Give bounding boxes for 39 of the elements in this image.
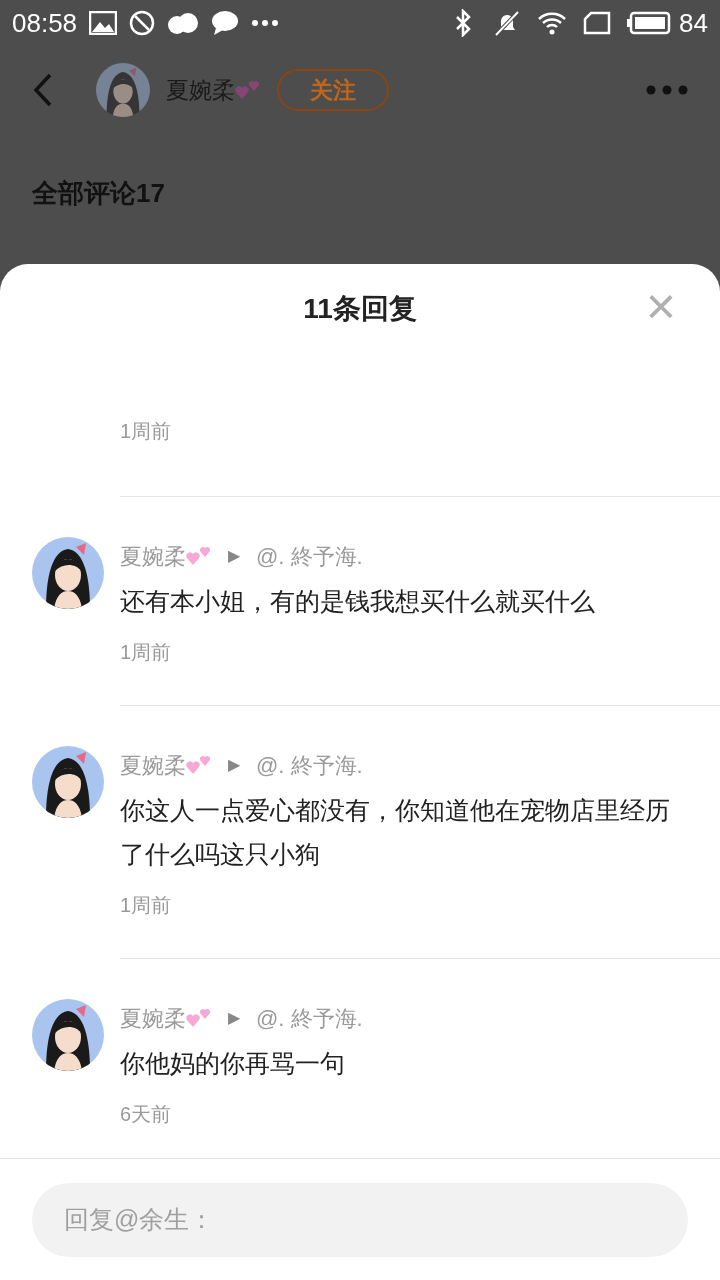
hearts-icon — [186, 754, 212, 776]
avatar — [96, 63, 150, 117]
reply-target: @. 終予海. — [256, 751, 363, 780]
battery-icon — [627, 11, 672, 35]
bell-muted-icon — [493, 9, 522, 37]
reply-author: 夏婉柔 — [120, 1004, 186, 1033]
status-time: 08:58 — [12, 6, 78, 40]
sheet-title: 11条回复 — [303, 292, 417, 326]
close-button[interactable]: × — [645, 280, 676, 332]
reply-time: 1周前 — [120, 893, 173, 918]
more-icon[interactable] — [646, 85, 688, 95]
reply-time: 6天前 — [120, 1102, 173, 1127]
follow-button[interactable]: 关注 — [277, 69, 389, 111]
hearts-icon — [186, 545, 212, 567]
back-icon[interactable] — [32, 73, 54, 107]
arrow-icon: ▶ — [228, 1006, 240, 1030]
battery-level: 84 — [679, 6, 708, 40]
reply-text: 你这人一点爱心都没有，你知道他在宠物店里经历了什么吗这只小狗 — [120, 795, 671, 870]
hearts-icon — [235, 79, 261, 101]
blocked-icon — [129, 10, 156, 36]
reply-text: 你他妈的你再骂一句 — [120, 1048, 346, 1079]
reply-input[interactable]: 回复@余生： — [32, 1182, 688, 1257]
reply-author: 夏婉柔 — [120, 542, 186, 571]
cloud-icon — [167, 10, 200, 36]
reply-time: 1周前 — [120, 420, 172, 442]
image-icon — [89, 11, 118, 35]
arrow-icon: ▶ — [228, 753, 240, 777]
more-icon — [251, 19, 280, 27]
reply-text: 还有本小姐，有的是钱我想买什么就买什么 — [120, 586, 596, 617]
chat-icon — [211, 10, 240, 36]
sim-icon — [583, 11, 612, 35]
reply-author: 夏婉柔 — [120, 751, 186, 780]
hearts-icon — [186, 1007, 212, 1029]
reply-time: 1周前 — [120, 640, 173, 665]
wifi-icon — [537, 11, 568, 35]
reply-target: @. 終予海. — [256, 542, 363, 571]
reply-target: @. 終予海. — [256, 1004, 363, 1033]
arrow-icon: ▶ — [228, 544, 240, 568]
section-title: 全部评论17 — [32, 178, 165, 208]
